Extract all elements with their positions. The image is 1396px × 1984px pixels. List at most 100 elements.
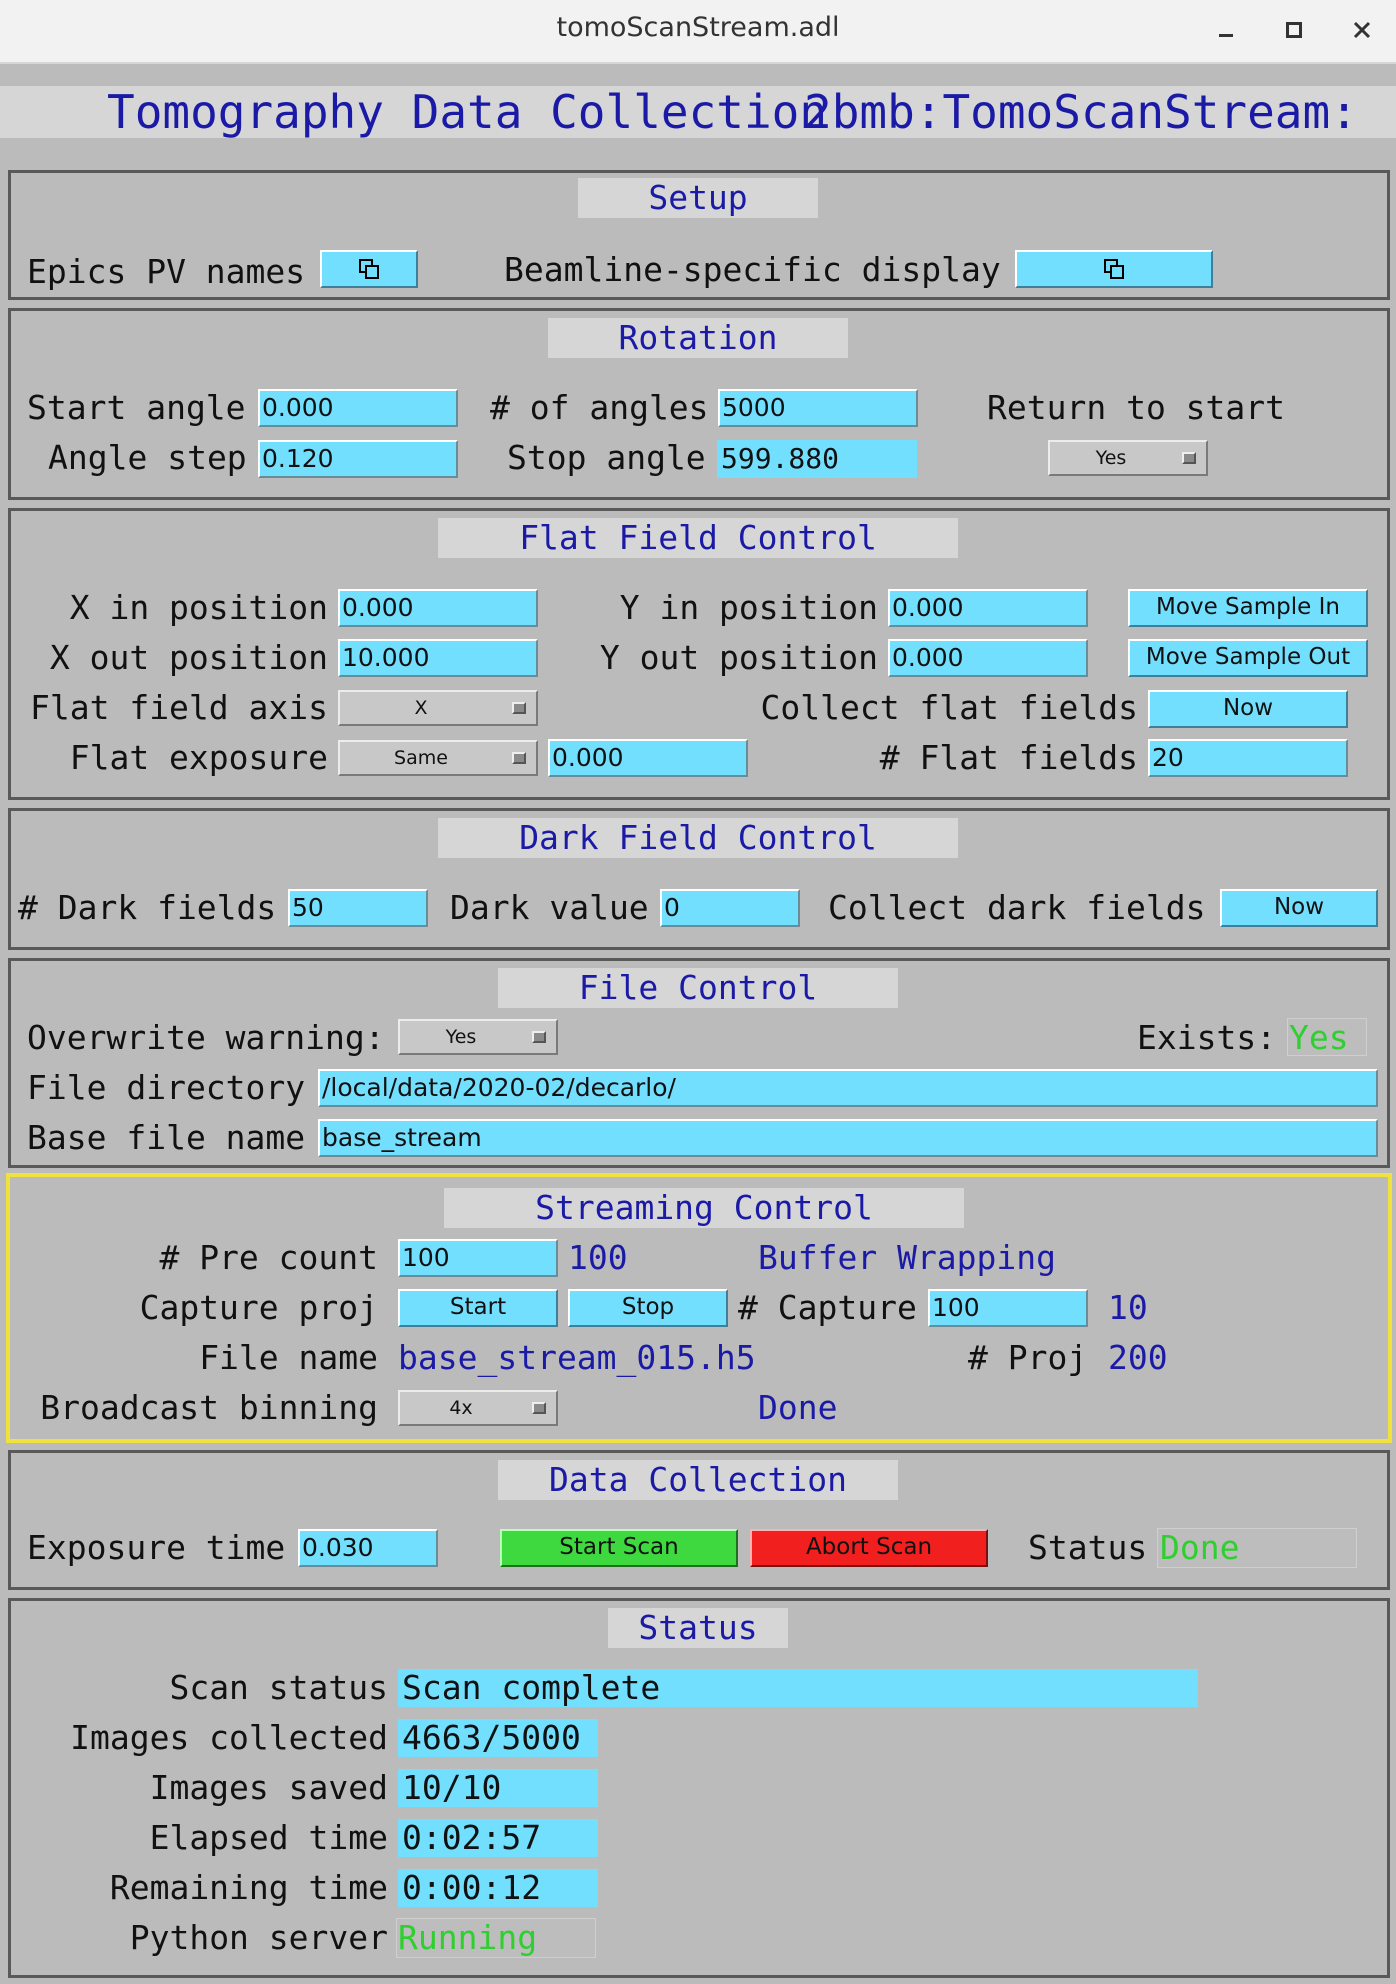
file-directory-input[interactable]: /local/data/2020-02/decarlo/	[318, 1069, 1378, 1107]
exposure-time-label: Exposure time	[27, 1528, 286, 1567]
pre-count-readback: 100	[568, 1238, 628, 1277]
y-in-input[interactable]: 0.000	[888, 589, 1088, 627]
flat-exposure-input[interactable]: 0.000	[548, 739, 748, 777]
stream-file-name-label: File name	[199, 1338, 378, 1377]
collect-dark-now-button[interactable]: Now	[1220, 889, 1378, 927]
beamline-display-label: Beamline-specific display	[504, 250, 1001, 289]
num-angles-label: # of angles	[490, 388, 709, 427]
menu-indicator-icon	[1182, 452, 1196, 464]
dark-value-label: Dark value	[450, 888, 649, 927]
flat-exposure-mode-value: Same	[394, 747, 448, 769]
stream-file-name-value: base_stream_015.h5	[398, 1338, 756, 1377]
elapsed-time-label: Elapsed time	[149, 1818, 388, 1857]
overwrite-label: Overwrite warning:	[27, 1018, 385, 1057]
menu-indicator-icon	[512, 702, 526, 714]
scan-status-value: Scan complete	[398, 1669, 1198, 1707]
overwrite-value: Yes	[445, 1026, 477, 1048]
move-sample-in-button[interactable]: Move Sample In	[1128, 589, 1368, 627]
num-proj-label: # Proj	[968, 1338, 1088, 1377]
start-angle-input[interactable]: 0.000	[258, 389, 458, 427]
y-out-label: Y out position	[599, 638, 878, 677]
abort-scan-button[interactable]: Abort Scan	[750, 1529, 988, 1567]
x-out-input[interactable]: 10.000	[338, 639, 538, 677]
stop-angle-value: 599.880	[717, 440, 917, 478]
exists-value: Yes	[1289, 1018, 1349, 1057]
python-server-label: Python server	[129, 1918, 388, 1957]
status-title: Status	[608, 1608, 788, 1648]
images-collected-label: Images collected	[70, 1718, 388, 1757]
elapsed-time-value: 0:02:57	[398, 1819, 598, 1857]
flat-field-title: Flat Field Control	[438, 518, 958, 558]
close-button[interactable]	[1342, 10, 1382, 50]
flat-axis-menu[interactable]: X	[338, 690, 538, 726]
x-in-input[interactable]: 0.000	[338, 589, 538, 627]
collection-status-label: Status	[1028, 1528, 1148, 1567]
scan-status-label: Scan status	[169, 1668, 388, 1707]
file-control-title: File Control	[498, 968, 898, 1008]
binning-status: Done	[758, 1388, 838, 1427]
num-flat-input[interactable]: 20	[1148, 739, 1348, 777]
exposure-time-input[interactable]: 0.030	[298, 1529, 438, 1567]
num-angles-input[interactable]: 5000	[718, 389, 918, 427]
num-dark-input[interactable]: 50	[288, 889, 428, 927]
remaining-time-value: 0:00:12	[398, 1869, 598, 1907]
related-display-icon	[1104, 259, 1124, 279]
flat-axis-value: X	[414, 697, 428, 719]
capture-stop-button[interactable]: Stop	[568, 1289, 728, 1327]
images-saved-value: 10/10	[398, 1769, 598, 1807]
rotation-title: Rotation	[548, 318, 848, 358]
beamline-display-button[interactable]	[1015, 250, 1213, 288]
close-icon	[1353, 21, 1371, 39]
related-display-icon	[359, 259, 379, 279]
flat-exposure-label: Flat exposure	[69, 738, 328, 777]
collect-flat-now-button[interactable]: Now	[1148, 690, 1348, 728]
flat-axis-label: Flat field axis	[29, 688, 328, 727]
y-in-label: Y in position	[619, 588, 878, 627]
start-angle-label: Start angle	[27, 388, 246, 427]
num-flat-label: # Flat fields	[879, 738, 1138, 777]
capture-proj-label: Capture proj	[139, 1288, 378, 1327]
streaming-control-title: Streaming Control	[444, 1188, 964, 1228]
pre-count-input[interactable]: 100	[398, 1239, 558, 1277]
start-scan-button[interactable]: Start Scan	[500, 1529, 738, 1567]
return-to-start-label: Return to start	[987, 388, 1286, 427]
return-to-start-menu[interactable]: Yes	[1048, 440, 1208, 476]
epics-pv-display-button[interactable]	[320, 250, 418, 288]
menu-indicator-icon	[532, 1402, 546, 1414]
num-capture-label: # Capture	[738, 1288, 917, 1327]
num-capture-input[interactable]: 100	[928, 1289, 1088, 1327]
minimize-icon	[1219, 34, 1233, 37]
angle-step-label: Angle step	[48, 438, 247, 477]
minimize-button[interactable]	[1206, 10, 1246, 50]
y-out-input[interactable]: 0.000	[888, 639, 1088, 677]
python-server-value: Running	[398, 1918, 538, 1957]
images-collected-value: 4663/5000	[398, 1719, 598, 1757]
base-file-name-label: Base file name	[27, 1118, 306, 1157]
collect-dark-label: Collect dark fields	[828, 888, 1206, 927]
move-sample-out-button[interactable]: Move Sample Out	[1128, 639, 1368, 677]
overwrite-menu[interactable]: Yes	[398, 1019, 558, 1055]
broadcast-binning-menu[interactable]: 4x	[398, 1390, 558, 1426]
return-to-start-value: Yes	[1095, 447, 1127, 469]
x-out-label: X out position	[49, 638, 328, 677]
stop-angle-label: Stop angle	[507, 438, 706, 477]
window-title: tomoScanStream.adl	[556, 12, 840, 43]
flat-exposure-mode-menu[interactable]: Same	[338, 740, 538, 776]
data-collection-title: Data Collection	[498, 1460, 898, 1500]
angle-step-input[interactable]: 0.120	[258, 440, 458, 478]
capture-start-button[interactable]: Start	[398, 1289, 558, 1327]
num-proj-value: 200	[1108, 1338, 1168, 1377]
dark-value-input[interactable]: 0	[660, 889, 800, 927]
num-dark-label: # Dark fields	[18, 888, 277, 927]
dark-field-title: Dark Field Control	[438, 818, 958, 858]
file-directory-label: File directory	[27, 1068, 306, 1107]
broadcast-binning-label: Broadcast binning	[40, 1388, 378, 1427]
menu-indicator-icon	[512, 752, 526, 764]
maximize-button[interactable]	[1274, 10, 1314, 50]
remaining-time-label: Remaining time	[109, 1868, 388, 1907]
base-file-name-input[interactable]: base_stream	[318, 1119, 1378, 1157]
x-in-label: X in position	[69, 588, 328, 627]
menu-indicator-icon	[532, 1031, 546, 1043]
setup-title: Setup	[578, 178, 818, 218]
epics-pv-label: Epics PV names	[27, 252, 306, 291]
